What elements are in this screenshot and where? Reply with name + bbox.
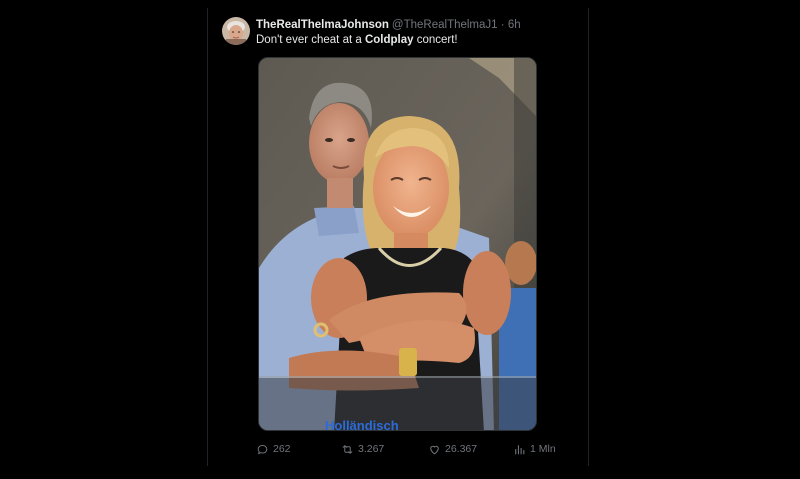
- tweet-actions: 262 3.267 26.367 1 Mln: [256, 441, 556, 457]
- photo-overlay-text: Holländisch: [325, 418, 399, 431]
- repost-count: 3.267: [358, 443, 385, 455]
- avatar[interactable]: [222, 17, 250, 45]
- user-handle[interactable]: @TheRealThelmaJ1: [392, 19, 498, 31]
- repost-button[interactable]: 3.267: [341, 441, 384, 457]
- views-icon: [515, 444, 525, 454]
- display-name[interactable]: TheRealThelmaJohnson: [256, 19, 389, 31]
- reply-count: 262: [273, 443, 291, 455]
- tweet-text-end: concert!: [413, 34, 458, 46]
- views-count: 1 Mln: [530, 443, 556, 455]
- tweet-text: Don't ever cheat at a Coldplay concert!: [256, 33, 578, 47]
- repost-icon: [342, 444, 353, 454]
- like-count: 26.367: [445, 443, 478, 455]
- concert-photo: Holländisch: [259, 58, 536, 431]
- header-separator: ·: [500, 19, 505, 31]
- tweet-card[interactable]: TheRealThelmaJohnson @TheRealThelmaJ1 · 6…: [207, 8, 589, 466]
- views-button[interactable]: 1 Mln: [513, 441, 556, 457]
- tweet-text-bold: Coldplay: [364, 34, 414, 46]
- like-button[interactable]: 26.367: [428, 441, 477, 457]
- tweet-text-start: Don't ever cheat at a: [256, 34, 365, 46]
- avatar-image: [222, 17, 250, 45]
- tweet-media-photo[interactable]: Holländisch: [258, 57, 537, 431]
- tweet-header: TheRealThelmaJohnson @TheRealThelmaJ1 · 6…: [256, 18, 578, 32]
- timestamp[interactable]: 6h: [508, 19, 521, 31]
- reply-icon: [257, 444, 268, 454]
- reply-button[interactable]: 262: [256, 441, 291, 457]
- like-icon: [430, 445, 439, 454]
